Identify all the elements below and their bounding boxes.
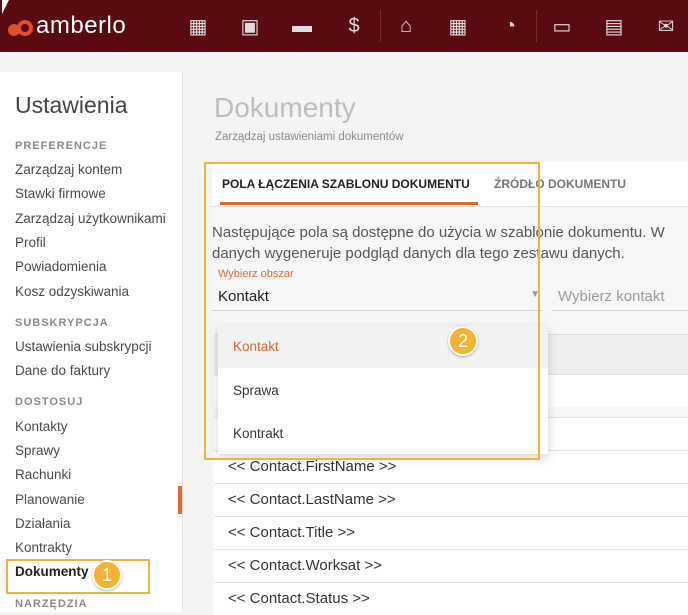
page-title: Dokumenty bbox=[214, 92, 356, 123]
sidebar-item-profile[interactable]: Profil bbox=[15, 235, 46, 250]
active-item-indicator bbox=[178, 486, 182, 514]
settings-sidebar: Ustawienia PREFERENCJE Zarządzaj kontem … bbox=[0, 72, 183, 612]
section-tools: NARZĘDZIA bbox=[15, 598, 88, 610]
sidebar-item-bills[interactable]: Rachunki bbox=[15, 467, 71, 482]
sidebar-item-manage-users[interactable]: Zarządzaj użytkownikami bbox=[15, 211, 166, 226]
calendar-icon[interactable]: ▦ bbox=[432, 0, 484, 52]
dashboard-icon[interactable]: ▦ bbox=[172, 0, 224, 52]
folder-icon[interactable]: ▭ bbox=[536, 0, 588, 52]
logo-icon bbox=[8, 12, 34, 40]
time-icon[interactable]: ◔ bbox=[484, 0, 536, 52]
sidebar-item-company-rates[interactable]: Stawki firmowe bbox=[15, 186, 106, 201]
contacts-icon[interactable]: ▣ bbox=[224, 0, 276, 52]
sidebar-item-contracts[interactable]: Kontrakty bbox=[15, 540, 72, 555]
sidebar-item-activities[interactable]: Działania bbox=[15, 516, 71, 531]
document-icon[interactable]: ▤ bbox=[588, 0, 640, 52]
sidebar-item-matters[interactable]: Sprawy bbox=[15, 443, 60, 458]
sidebar-item-contacts[interactable]: Kontakty bbox=[15, 419, 68, 434]
sidebar-item-planning[interactable]: Planowanie bbox=[15, 492, 85, 507]
table-row[interactable]: << Contact.Title >> bbox=[214, 516, 688, 549]
field-name: << Contact.LastName >> bbox=[228, 491, 396, 508]
table-row[interactable]: << Contact.LastName >> bbox=[214, 483, 688, 516]
sidebar-item-manage-account[interactable]: Zarządzaj kontem bbox=[15, 162, 122, 177]
contact-select[interactable]: Wybierz kontakt bbox=[552, 284, 688, 311]
top-navigation-bar: amberlo ▦ ▣ ▬ $ ⌂ ▦ ◔ ▭ ▤ ✉ bbox=[0, 0, 688, 52]
page-subtitle: Zarządzaj ustawieniami dokumentów bbox=[215, 131, 404, 143]
amberlo-logo[interactable]: amberlo bbox=[8, 12, 126, 40]
sidebar-title: Ustawienia bbox=[15, 92, 128, 118]
section-preferences: PREFERENCJE bbox=[15, 140, 108, 152]
invoice-icon[interactable]: $ bbox=[328, 0, 380, 52]
bank-icon[interactable]: ⌂ bbox=[380, 0, 432, 52]
top-nav-icons: ▦ ▣ ▬ $ ⌂ ▦ ◔ ▭ ▤ ✉ bbox=[172, 0, 688, 52]
sidebar-item-invoice-data[interactable]: Dane do faktury bbox=[15, 363, 110, 378]
contact-select-placeholder: Wybierz kontakt bbox=[558, 288, 665, 305]
sidebar-item-notifications[interactable]: Powiadomienia bbox=[15, 259, 107, 274]
sidebar-item-subscription-settings[interactable]: Ustawienia subskrypcji bbox=[15, 339, 152, 354]
matters-icon[interactable]: ▬ bbox=[276, 0, 328, 52]
section-customize: DOSTOSUJ bbox=[15, 396, 84, 408]
highlight-box-documents bbox=[6, 559, 150, 594]
sidebar-item-recycle-bin[interactable]: Kosz odzyskiwania bbox=[15, 284, 129, 299]
step-badge-2: 2 bbox=[448, 326, 478, 356]
logo-text: amberlo bbox=[36, 12, 127, 39]
field-name: << Contact.Worksat >> bbox=[228, 557, 382, 574]
field-name: << Contact.Title >> bbox=[228, 524, 356, 541]
section-subscription: SUBSKRYPCJA bbox=[15, 317, 109, 329]
field-name: << Contact.Status >> bbox=[228, 590, 370, 607]
mail-icon[interactable]: ✉ bbox=[640, 0, 688, 52]
highlight-box-dropdown bbox=[204, 162, 540, 460]
field-name: << Contact.FirstName >> bbox=[228, 458, 397, 475]
step-badge-1: 1 bbox=[92, 560, 122, 590]
table-row[interactable]: << Contact.Worksat >> bbox=[214, 549, 688, 582]
table-row[interactable]: << Contact.Status >> bbox=[214, 582, 688, 615]
